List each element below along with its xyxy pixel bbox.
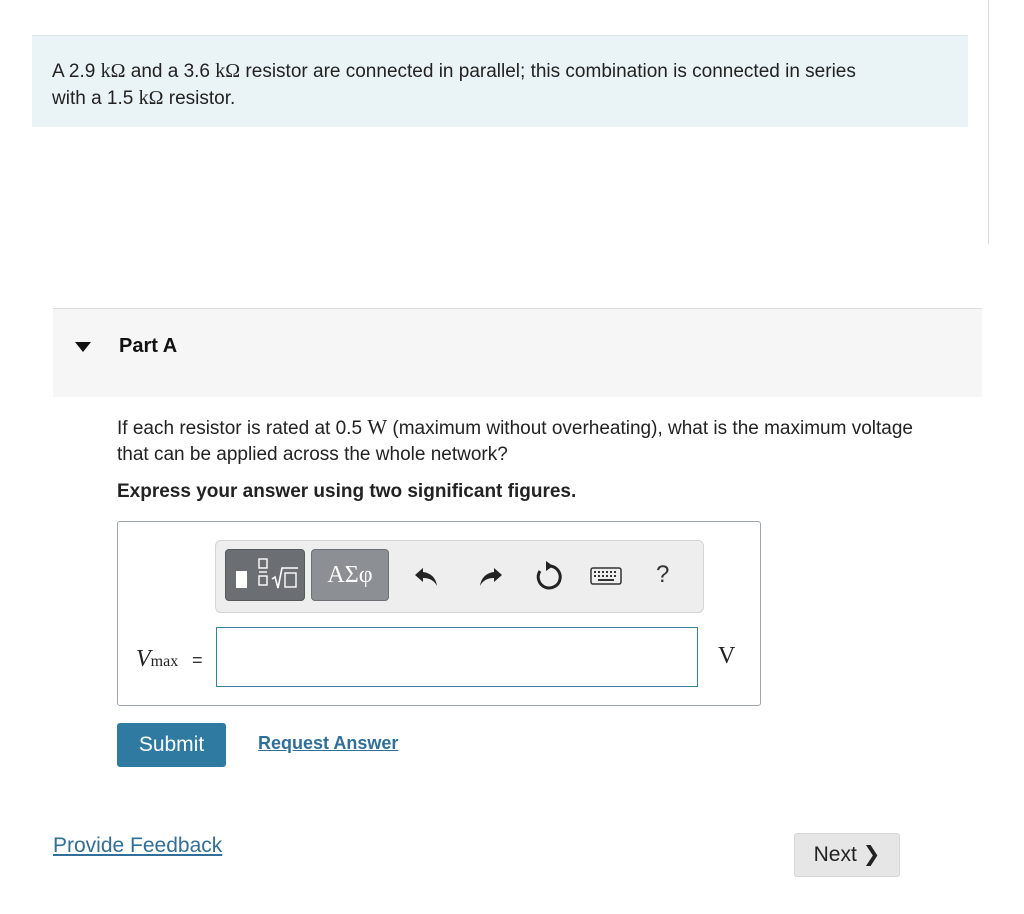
problem-text: resistor are connected in parallel; this… <box>240 61 856 82</box>
keyboard-icon[interactable] <box>589 559 623 593</box>
question-line-2: that can be applied across the whole net… <box>117 444 508 465</box>
greek-letters-button[interactable]: ΑΣφ <box>311 549 389 601</box>
problem-text: A 2.9 <box>52 61 101 82</box>
math-toolbar: ΑΣφ ? <box>215 540 704 613</box>
unit-kohm: kΩ <box>215 60 241 82</box>
variable-subscript: max <box>150 653 179 670</box>
problem-text: resistor. <box>163 88 236 109</box>
question-fragment: If each resistor is rated at 0.5 <box>117 418 368 439</box>
undo-icon[interactable] <box>411 559 445 593</box>
question-text: If each resistor is rated at 0.5 W (maxi… <box>117 414 997 468</box>
part-title: Part A <box>119 335 178 357</box>
question-fragment: (maximum without overheating), what is t… <box>387 418 913 439</box>
problem-text: and a 3.6 <box>125 61 216 82</box>
answer-unit: V <box>718 643 736 669</box>
unit-watt: W <box>367 415 388 439</box>
problem-text: with a 1.5 <box>52 88 139 109</box>
problem-line-2: with a 1.5 kΩ resistor. <box>52 85 948 112</box>
equals-sign: = <box>192 650 203 670</box>
templates-icon <box>236 558 298 589</box>
unit-kohm: kΩ <box>138 87 164 109</box>
reset-icon[interactable] <box>532 559 566 593</box>
help-icon[interactable]: ? <box>656 561 669 589</box>
submit-button[interactable]: Submit <box>117 723 226 767</box>
answer-instruction: Express your answer using two significan… <box>117 481 577 502</box>
unit-kohm: kΩ <box>100 60 126 82</box>
request-answer-link[interactable]: Request Answer <box>258 733 398 754</box>
chevron-right-icon: ❯ <box>862 843 881 866</box>
problem-line-1: A 2.9 kΩ and a 3.6 kΩ resistor are conne… <box>52 58 948 85</box>
variable-label: Vmax <box>136 646 178 673</box>
provide-feedback-link[interactable]: Provide Feedback <box>53 834 222 858</box>
templates-button[interactable] <box>225 549 305 601</box>
next-button[interactable]: Next ❯ <box>794 833 900 877</box>
redo-icon[interactable] <box>472 559 506 593</box>
variable-symbol: V <box>136 646 151 672</box>
collapse-caret-icon[interactable] <box>75 342 91 352</box>
answer-input[interactable] <box>216 627 698 687</box>
answer-panel: ΑΣφ ? Vmax = V <box>117 521 761 706</box>
question-line-1: If each resistor is rated at 0.5 W (maxi… <box>117 414 997 442</box>
part-a-header[interactable]: Part A <box>53 308 982 397</box>
next-label: Next <box>813 843 857 866</box>
problem-statement: A 2.9 kΩ and a 3.6 kΩ resistor are conne… <box>32 35 968 127</box>
right-divider <box>988 0 989 244</box>
